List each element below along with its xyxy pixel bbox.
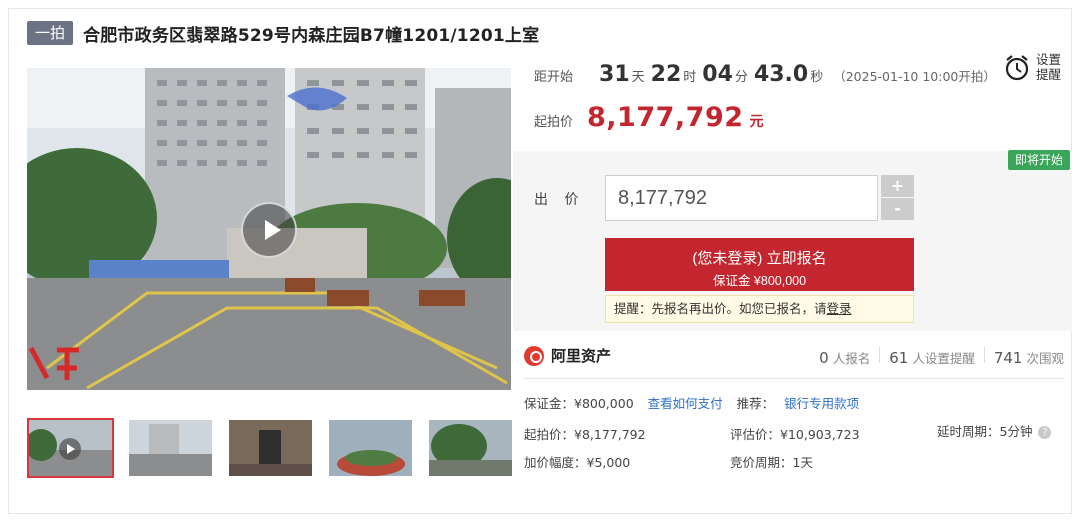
currency-unit: 元 [749, 114, 764, 130]
minutes-unit: 分 [734, 70, 748, 85]
reminders-count: 61 [889, 349, 909, 367]
thumbnail-4[interactable] [327, 418, 414, 478]
status-badge: 即将开始 [1007, 150, 1070, 170]
thumbnail-2[interactable] [127, 418, 214, 478]
platform-row: 阿里资产 0 人报名 61 人设置提醒 741 次围观 [524, 345, 1064, 379]
signup-button-label: (您未登录) 立即报名 [692, 250, 827, 267]
hours-unit: 时 [683, 70, 697, 85]
bid-panel: 即将开始 出 价 8,177,792 + - (您未登录) 立即报名 保证金 ¥… [513, 150, 1072, 331]
start-price-value: 8,177,792 [587, 102, 744, 133]
auction-round-tag: 一拍 [27, 21, 74, 45]
countdown-seconds: 43.0 [753, 62, 809, 87]
signups-label: 人报名 [832, 351, 871, 366]
signup-deposit-label: 保证金 ¥800,000 [712, 274, 807, 288]
reminders-label: 人设置提醒 [912, 351, 975, 366]
delay-period-row: 延时周期：5分钟? [937, 421, 1052, 440]
page-title: 合肥市政务区翡翠路529号内森庄园B7幢1201/1201上室 [83, 25, 540, 46]
deposit-amount: 保证金：¥800,000 [524, 396, 634, 411]
bid-amount-input[interactable]: 8,177,792 [605, 175, 878, 221]
how-to-pay-link[interactable]: 查看如何支付 [648, 396, 723, 411]
seconds-unit: 秒 [810, 70, 824, 85]
ali-assets-logo: 阿里资产 [524, 345, 611, 366]
alarm-clock-icon [1005, 55, 1029, 81]
thumbnail-3[interactable] [227, 418, 314, 478]
play-video-button[interactable] [241, 202, 297, 258]
ali-logo-icon [524, 345, 544, 366]
signups-count: 0 [819, 349, 829, 367]
auction-stats: 0 人报名 61 人设置提醒 741 次围观 [819, 347, 1064, 367]
login-tip: 提醒：先报名再出价。如您已报名，请登录 [605, 295, 914, 323]
views-label: 次围观 [1026, 351, 1064, 366]
start-price-row: 起拍价 8,177,792 元 [534, 102, 764, 133]
divider [879, 347, 881, 363]
increase-bid-button[interactable]: + [881, 175, 914, 197]
tip-text: 提醒：先报名再出价。如您已报名，请 [614, 301, 827, 316]
countdown-hours: 22 [650, 62, 682, 87]
thumbnail-strip [27, 418, 514, 478]
detail-bid-period: 竞价周期：1天 [730, 455, 813, 470]
detail-delay-period: 延时周期：5分钟 [937, 424, 1033, 439]
set-reminder-button[interactable]: 设置提醒 [1004, 52, 1064, 82]
set-reminder-label: 设置提醒 [1036, 52, 1062, 82]
countdown-days: 31 [599, 62, 630, 87]
title-row: 一拍 合肥市政务区翡翠路529号内森庄园B7幢1201/1201上室 [27, 18, 539, 48]
recommend-label: 推荐： [736, 396, 775, 411]
start-price-label: 起拍价 [534, 115, 574, 130]
platform-name: 阿里资产 [551, 347, 612, 365]
thumbnail-5[interactable] [427, 418, 514, 478]
countdown-label: 距开始 [534, 70, 574, 85]
deposit-row: 保证金：¥800,000 查看如何支付 推荐： 银行专用款项 [524, 393, 859, 412]
signup-button[interactable]: (您未登录) 立即报名 保证金 ¥800,000 [605, 238, 914, 291]
divider [983, 347, 985, 363]
decrease-bid-button[interactable]: - [881, 198, 914, 220]
detail-start-price: 起拍价：¥8,177,792 [524, 427, 646, 442]
main-property-video[interactable] [27, 68, 511, 390]
detail-appraisal: 评估价：¥10,903,723 [730, 427, 860, 442]
login-link[interactable]: 登录 [827, 301, 852, 316]
auction-start-time: （2025-01-10 10:00开拍） [833, 69, 996, 84]
countdown: 距开始 31 天 22 时 04 分 43.0 秒 （2025-01-10 10… [534, 62, 996, 87]
thumbnail-video[interactable] [27, 418, 114, 478]
bank-account-link[interactable]: 银行专用款项 [784, 396, 859, 411]
help-icon[interactable]: ? [1038, 426, 1052, 439]
bid-label: 出 价 [534, 192, 585, 208]
detail-increment: 加价幅度：¥5,000 [524, 455, 631, 470]
days-unit: 天 [631, 70, 645, 85]
countdown-minutes: 04 [702, 62, 733, 87]
play-icon [59, 438, 81, 460]
views-count: 741 [993, 349, 1023, 367]
